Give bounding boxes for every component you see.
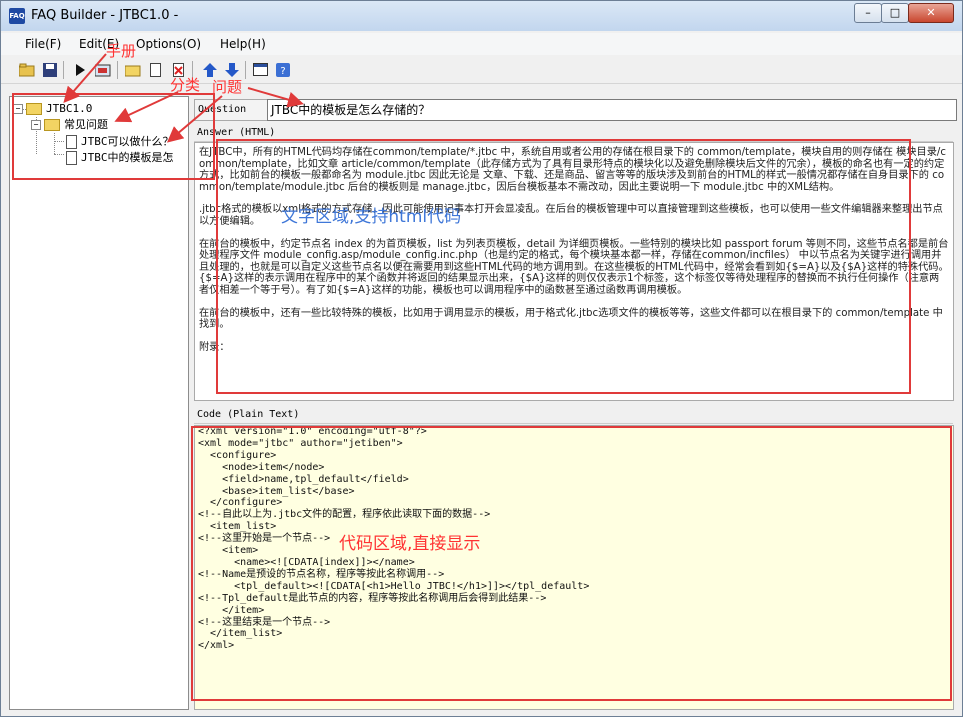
question-arrow-tree — [166, 95, 223, 143]
category-arrow — [114, 91, 179, 123]
question-arrow-input — [247, 87, 304, 108]
manual-arrow — [63, 53, 107, 104]
annotation-arrows — [63, 53, 304, 143]
